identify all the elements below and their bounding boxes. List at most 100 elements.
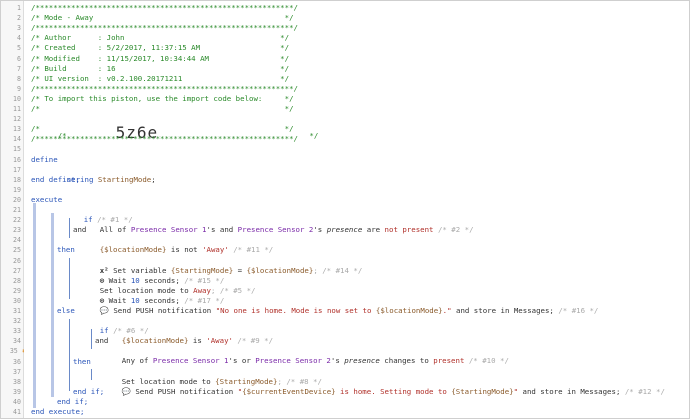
header-title: /* Mode - Away */	[31, 13, 294, 23]
current-event-device-var: {$currentEventDevice}	[242, 386, 336, 396]
attribute-presence: presence	[344, 356, 380, 366]
action-text: and store in Messages;	[518, 386, 621, 396]
location-mode-var: {$locationMode}	[121, 336, 189, 346]
condition-text: are	[362, 225, 385, 235]
header-border: /***************************************…	[31, 23, 298, 33]
wait-action[interactable]: ⊙ Wait 10 seconds; /* #17 */	[73, 286, 225, 305]
condition-text: changes to	[379, 356, 434, 366]
line-number: 13	[13, 125, 21, 134]
statement-id: /* #11 */	[228, 245, 274, 255]
device-presence-sensor-1: Presence Sensor 1	[130, 225, 207, 235]
line-number: 16	[13, 155, 21, 164]
header-ui-version: /* UI version : v0.2.100.20171211 */	[31, 73, 290, 83]
starting-mode-var: {StartingMode}	[451, 386, 514, 396]
line-number: 18	[13, 175, 21, 184]
execute-block-bar	[33, 203, 36, 408]
value-present: present	[433, 356, 465, 366]
statement-id: /* #9 */	[232, 336, 274, 346]
line-number: 21	[13, 206, 21, 214]
then-keyword: then	[73, 356, 91, 366]
line-number: 10	[13, 94, 21, 103]
line-number: 31	[13, 307, 21, 315]
chat-bubble-icon: 💬	[121, 386, 131, 396]
else-keyword: else	[57, 306, 75, 315]
set-variable-action[interactable]: x² Set variable {StartingMode} = {$locat…	[73, 256, 363, 275]
statement-id: /* #12 */	[620, 386, 665, 396]
header-author: /* Author : John */	[31, 33, 290, 43]
header-import-note: /* To import this piston, use the import…	[31, 93, 294, 103]
and-operator[interactable]: and	[73, 225, 86, 235]
device-presence-sensor-2: Presence Sensor 2	[255, 356, 331, 366]
push-notification-action[interactable]: 💬 Send PUSH notification "No one is home…	[73, 296, 599, 315]
condition-mode-not-away[interactable]: {$locationMode} is not 'Away' /* #11 */	[73, 235, 274, 254]
attribute-presence: presence	[326, 225, 363, 235]
condition-any-changes-to-present[interactable]: Any of Presence Sensor 1's or Presence S…	[95, 346, 509, 365]
line-number: 32	[13, 317, 21, 326]
line-number: 5	[17, 44, 21, 53]
line-number: 20	[13, 195, 21, 204]
device-presence-sensor-2: Presence Sensor 2	[237, 225, 314, 235]
statement-id: ; /* #14 */	[313, 265, 363, 275]
condition-text: 's or	[228, 356, 256, 366]
end-execute: end execute;	[31, 407, 85, 416]
line-number: 6	[17, 54, 21, 63]
line-number: 4	[17, 34, 21, 43]
end-define: end define;	[31, 174, 80, 184]
line-number: 33	[13, 327, 21, 336]
line-number-gutter: 1 2 3 4 5 6 7 8 9 10 11 12 13 14 15 16 17 18 19 20 21 22 23 24 2…	[1, 1, 25, 418]
condition-text: 's and	[206, 225, 238, 235]
location-mode-var: {$locationMode}	[246, 265, 314, 275]
execute-keyword: execute	[31, 194, 63, 204]
line-number: 26	[13, 256, 21, 265]
line-number: 22	[13, 216, 21, 225]
line-number: 14	[13, 135, 21, 144]
message-text: is home. Setting mode to	[335, 386, 452, 396]
condition-text: 's	[330, 356, 345, 366]
line-number: 12	[13, 115, 21, 124]
condition-text: Any of	[121, 356, 153, 366]
value-not-present: not present	[384, 225, 434, 235]
line-number: 28	[13, 276, 21, 285]
line-number: 25	[13, 246, 21, 255]
end-if-outer: end if;	[57, 396, 89, 406]
header-import-code-line: /* 5z6e */	[31, 109, 319, 141]
header-border: /***************************************…	[31, 83, 298, 93]
set-location-mode-action[interactable]: Set location mode to {StartingMode}; /* …	[95, 367, 322, 386]
action-text: Send PUSH notification	[135, 386, 238, 396]
and-operator[interactable]: and	[95, 336, 108, 346]
push-notification-action[interactable]: 💬 Send PUSH notification "{$currentEvent…	[95, 377, 665, 396]
location-mode-var: {$locationMode}	[375, 305, 443, 315]
message-text: ."	[442, 305, 452, 315]
location-mode-var: {$locationMode}	[99, 245, 167, 255]
line-number: 15	[13, 145, 21, 154]
action-text: =	[233, 265, 247, 275]
line-number: 38	[13, 377, 21, 386]
line-number: 39	[13, 387, 21, 396]
line-number: 40	[13, 397, 21, 406]
if-statement-1[interactable]: if /* #1 */	[57, 205, 133, 224]
device-presence-sensor-1: Presence Sensor 1	[152, 356, 229, 366]
line-number: 17	[13, 165, 21, 174]
then-keyword: then	[57, 245, 75, 255]
line-number: 1	[17, 4, 21, 12]
variable-name: StartingMode	[97, 174, 152, 184]
end-if-inner: end if;	[73, 386, 105, 396]
condition-all-not-present[interactable]: All of Presence Sensor 1's and Presence …	[73, 215, 474, 234]
define-keyword: define	[31, 154, 58, 164]
wait-action[interactable]: ⊙ Wait 10 seconds; /* #15 */	[73, 266, 225, 285]
header-build: /* Build : 16 */	[31, 63, 290, 73]
condition-text: 's	[313, 225, 327, 235]
set-location-mode-action[interactable]: Set location mode to Away; /* #5 */	[73, 276, 256, 295]
else-bracket	[69, 319, 70, 391]
header-border: /***************************************…	[31, 134, 298, 144]
line-number: 37	[13, 367, 21, 376]
condition-mode-is-away[interactable]: {$locationMode} is 'Away' /* #9 */	[95, 326, 273, 345]
piston-code-editor: 1 2 3 4 5 6 7 8 9 10 11 12 13 14 15 16 17 18 19 20 21 22 23 24 2…	[0, 0, 690, 419]
if-statement-2[interactable]: if /* #6 */	[73, 316, 149, 335]
variable-declaration[interactable]: string StartingMode;	[40, 165, 156, 184]
statement-id: /* #10 */	[464, 356, 509, 366]
line-number: 8	[17, 74, 21, 83]
line-number: 34	[13, 337, 21, 346]
header-created: /* Created : 5/2/2017, 11:37:15 AM */	[31, 43, 290, 53]
statement-id: /* #2 */	[433, 225, 474, 235]
